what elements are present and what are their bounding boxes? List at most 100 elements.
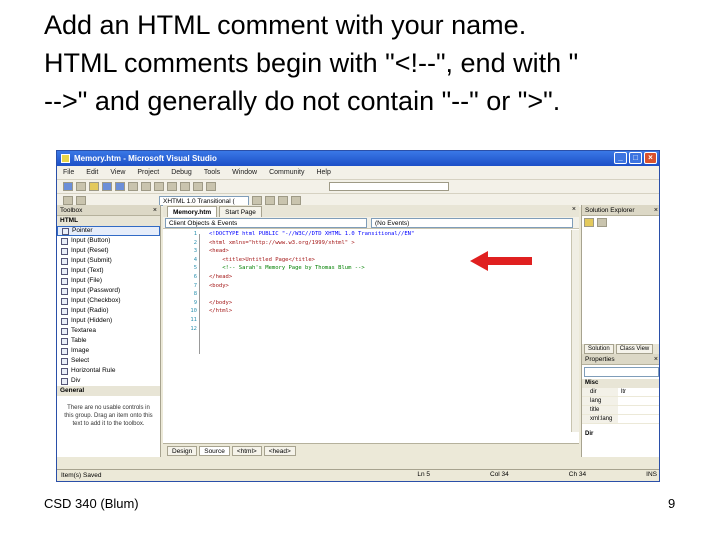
toolbox-item[interactable]: Pointer [57, 226, 160, 236]
status-text: Item(s) Saved [61, 472, 102, 479]
menu-tools[interactable]: Tools [204, 169, 220, 176]
menu-window[interactable]: Window [232, 169, 257, 176]
html-source-icon[interactable] [63, 196, 73, 205]
start-debug-icon[interactable] [193, 182, 203, 191]
toolbox-item[interactable]: Input (Text) [57, 266, 160, 276]
property-row[interactable]: dir ltr [582, 388, 659, 397]
property-key: title [582, 406, 618, 414]
property-value[interactable] [618, 397, 659, 405]
check-accessibility-icon[interactable] [252, 196, 262, 205]
menu-project[interactable]: Project [137, 169, 159, 176]
toolbox-item-label: Image [71, 347, 90, 354]
find-combo[interactable] [329, 182, 449, 191]
toolbox-title: Toolbox [60, 207, 83, 214]
toolbox-item[interactable]: Horizontal Rule [57, 366, 160, 376]
tab-start-page[interactable]: Start Page [219, 206, 262, 217]
tab-solution[interactable]: Solution [584, 344, 614, 354]
properties-title: Properties [585, 356, 615, 363]
tab-class-view[interactable]: Class View [615, 344, 654, 354]
find-icon[interactable] [206, 182, 216, 191]
editor-scrollbar[interactable] [571, 230, 579, 432]
toolbox-item[interactable]: Image [57, 346, 160, 356]
toolbox-item-label: Input (File) [71, 277, 103, 284]
toolbox-item[interactable]: Input (Hidden) [57, 316, 160, 326]
property-value[interactable] [618, 406, 659, 414]
toolbox-close-icon[interactable]: × [153, 205, 157, 216]
toolbox-item[interactable]: Table [57, 336, 160, 346]
new-project-icon[interactable] [63, 182, 73, 191]
menu-help[interactable]: Help [316, 169, 330, 176]
slide-title-line-2: HTML comments begin with "<!--", end wit… [44, 48, 579, 78]
solution-close-icon[interactable]: × [654, 205, 658, 216]
save-all-icon[interactable] [115, 182, 125, 191]
toolbox-item-label: Input (Text) [71, 267, 104, 274]
breadcrumb-head[interactable]: <head> [263, 445, 296, 456]
properties-icon[interactable] [584, 218, 594, 227]
toolbox-item[interactable]: Input (Radio) [57, 306, 160, 316]
menu-file[interactable]: File [63, 169, 74, 176]
minimize-button[interactable]: _ [614, 152, 627, 164]
validation-icon[interactable] [76, 196, 86, 205]
window-titlebar[interactable]: Memory.htm - Microsoft Visual Studio _ □… [57, 151, 659, 166]
menu-community[interactable]: Community [269, 169, 304, 176]
close-button[interactable]: × [644, 152, 657, 164]
toolbox-item[interactable]: Div [57, 376, 160, 386]
maximize-button[interactable]: □ [629, 152, 642, 164]
property-value[interactable]: ltr [618, 388, 659, 396]
status-column: Col 34 [490, 471, 509, 478]
format-icon[interactable] [265, 196, 275, 205]
copy-icon[interactable] [141, 182, 151, 191]
property-row[interactable]: title [582, 406, 659, 415]
properties-object-combo[interactable] [584, 367, 659, 377]
code-line: <html xmlns="http://www.w3.org/1999/xhtm… [209, 239, 355, 246]
toolbox-header: Toolbox × [57, 205, 160, 216]
file-icon [61, 277, 68, 285]
slide-title-line-3: -->" and generally do not contain "--" o… [44, 86, 561, 116]
navigation-bar: Client Objects & Events (No Events) [163, 217, 579, 229]
outdent-icon[interactable] [291, 196, 301, 205]
doctype-combo[interactable]: XHTML 1.0 Transitional ( [159, 195, 249, 206]
solution-explorer-body[interactable] [582, 216, 659, 344]
toolbox-item[interactable]: Input (Password) [57, 286, 160, 296]
toolbox-item[interactable]: Input (Checkbox) [57, 296, 160, 306]
visual-studio-window: Memory.htm - Microsoft Visual Studio _ □… [56, 150, 660, 482]
toolbox-section-html[interactable]: HTML [57, 216, 160, 226]
tab-design[interactable]: Design [167, 445, 198, 456]
toolbox-item[interactable]: Select [57, 356, 160, 366]
redo-icon[interactable] [180, 182, 190, 191]
view-tabs: Design Source <html> <head> [163, 443, 579, 457]
properties-close-icon[interactable]: × [654, 354, 658, 365]
add-item-icon[interactable] [76, 182, 86, 191]
objects-combo[interactable]: Client Objects & Events [165, 217, 367, 228]
properties-category[interactable]: Misc [582, 379, 659, 388]
toolbox-item[interactable]: Input (File) [57, 276, 160, 286]
save-icon[interactable] [102, 182, 112, 191]
toolbox-section-general[interactable]: General [57, 386, 160, 396]
indent-icon[interactable] [278, 196, 288, 205]
tab-source[interactable]: Source [199, 445, 230, 456]
toolbox-item-label: Input (Hidden) [71, 317, 113, 324]
events-combo[interactable]: (No Events) [371, 217, 573, 228]
menu-view[interactable]: View [110, 169, 125, 176]
toolbox-item-label: Horizontal Rule [71, 367, 116, 374]
paste-icon[interactable] [154, 182, 164, 191]
toolbox-item[interactable]: Input (Reset) [57, 246, 160, 256]
property-row[interactable]: xml:lang [582, 415, 659, 424]
button-icon [61, 237, 68, 245]
breadcrumb-html[interactable]: <html> [231, 445, 262, 456]
refresh-icon[interactable] [597, 218, 607, 227]
toolbox-item[interactable]: Textarea [57, 326, 160, 336]
menu-edit[interactable]: Edit [86, 169, 98, 176]
close-document-icon[interactable]: × [572, 206, 576, 213]
checkbox-icon [61, 297, 68, 305]
menu-debug[interactable]: Debug [171, 169, 192, 176]
toolbox-item[interactable]: Input (Submit) [57, 256, 160, 266]
toolbox-pane: Toolbox × HTML Pointer Input (Button) In… [57, 205, 161, 457]
property-value[interactable] [618, 415, 659, 423]
toolbox-item[interactable]: Input (Button) [57, 236, 160, 246]
tab-memory-htm[interactable]: Memory.htm [167, 206, 218, 217]
cut-icon[interactable] [128, 182, 138, 191]
property-row[interactable]: lang [582, 397, 659, 406]
undo-icon[interactable] [167, 182, 177, 191]
open-file-icon[interactable] [89, 182, 99, 191]
